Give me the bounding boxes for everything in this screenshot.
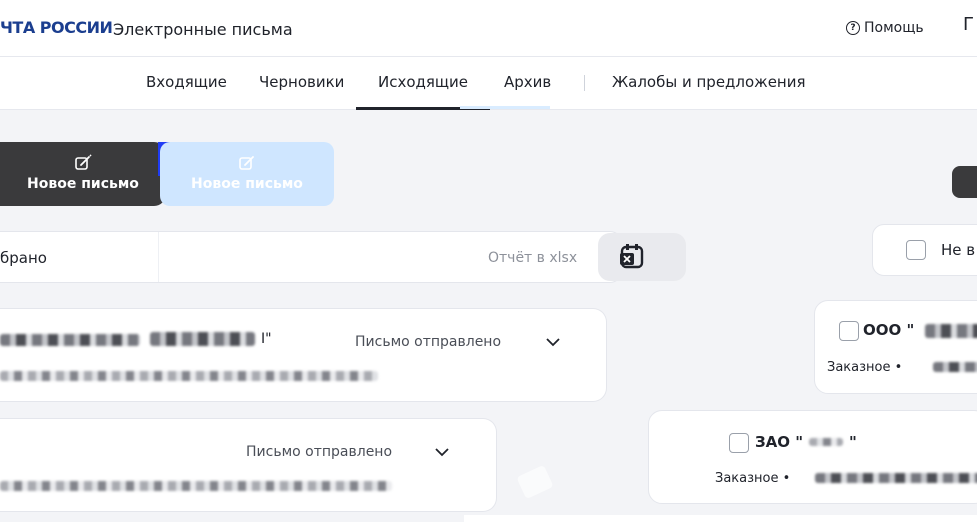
tabs-bar: Входящие Черновики Исходящие Архив Жалоб… bbox=[0, 57, 977, 110]
letter-status: Письмо отправлено bbox=[355, 334, 502, 350]
new-letter-ghost-label: Новое письмо bbox=[191, 176, 303, 192]
not-selected-filter[interactable]: Не в bbox=[872, 224, 977, 276]
redacted-text bbox=[815, 473, 977, 483]
redacted-text bbox=[933, 362, 977, 372]
recipient-checkbox[interactable] bbox=[839, 321, 859, 341]
letter-card[interactable]: І" Письмо отправлено bbox=[0, 308, 607, 402]
not-selected-label: Не в bbox=[941, 241, 976, 259]
redacted-text bbox=[0, 334, 140, 346]
new-letter-ghost-button: Новое письмо bbox=[160, 142, 334, 206]
redacted-text bbox=[150, 332, 255, 346]
tab-archive[interactable]: Архив bbox=[504, 73, 551, 91]
help-label: Помощь bbox=[864, 20, 924, 36]
mail-type: Заказное • bbox=[827, 360, 903, 375]
not-selected-checkbox[interactable] bbox=[906, 240, 926, 260]
tab-drafts[interactable]: Черновики bbox=[259, 73, 344, 91]
tab-outgoing[interactable]: Исходящие bbox=[355, 73, 491, 110]
panel-edge bbox=[464, 515, 977, 522]
top-bar: ЧТА РОССИИ Электронные письма ? Помощь Г bbox=[0, 0, 977, 57]
right-action-button[interactable] bbox=[952, 166, 977, 198]
recipient-org-suffix: " bbox=[849, 433, 857, 451]
selection-filter-bar: брано Отчёт в xlsx bbox=[0, 231, 622, 283]
tab-inbox[interactable]: Входящие bbox=[146, 73, 227, 91]
tab-hover-indicator bbox=[460, 106, 550, 109]
quote-mark: І" bbox=[261, 331, 272, 347]
redacted-address bbox=[0, 371, 378, 381]
tab-separator bbox=[584, 75, 585, 91]
new-letter-label: Новое письмо bbox=[27, 176, 139, 192]
recipient-org: ЗАО " bbox=[755, 433, 804, 451]
recipient-checkbox[interactable] bbox=[729, 433, 749, 453]
edit-icon bbox=[0, 153, 166, 173]
recipient-card[interactable]: ООО " Заказное • bbox=[814, 300, 977, 394]
excel-icon bbox=[620, 244, 644, 269]
redacted-address bbox=[0, 481, 392, 491]
filter-divider bbox=[158, 232, 159, 282]
help-button[interactable]: ? Помощь bbox=[846, 20, 924, 36]
tab-complaints[interactable]: Жалобы и предложения bbox=[612, 73, 806, 91]
recipient-card[interactable]: ЗАО " " Заказное • bbox=[648, 410, 977, 504]
letter-card[interactable]: Письмо отправлено bbox=[0, 418, 497, 512]
redacted-text bbox=[809, 438, 843, 446]
help-icon: ? bbox=[846, 21, 860, 35]
letter-status: Письмо отправлено bbox=[246, 444, 393, 460]
brand-logo[interactable]: ЧТА РОССИИ bbox=[0, 18, 113, 37]
redacted-text bbox=[925, 324, 977, 338]
chevron-down-icon[interactable] bbox=[546, 337, 560, 347]
mail-type: Заказное • bbox=[715, 471, 791, 486]
drag-ghost bbox=[516, 464, 554, 500]
selected-count-label: брано bbox=[0, 249, 47, 267]
page-title: Электронные письма bbox=[113, 20, 293, 39]
xlsx-report-link[interactable]: Отчёт в xlsx bbox=[488, 250, 577, 266]
new-letter-button[interactable]: Новое письмо bbox=[0, 142, 166, 206]
user-menu[interactable]: Г bbox=[963, 14, 974, 35]
excel-export-button[interactable] bbox=[598, 233, 686, 281]
edit-icon bbox=[160, 153, 334, 173]
recipient-org: ООО " bbox=[863, 321, 915, 339]
chevron-down-icon[interactable] bbox=[435, 447, 449, 457]
